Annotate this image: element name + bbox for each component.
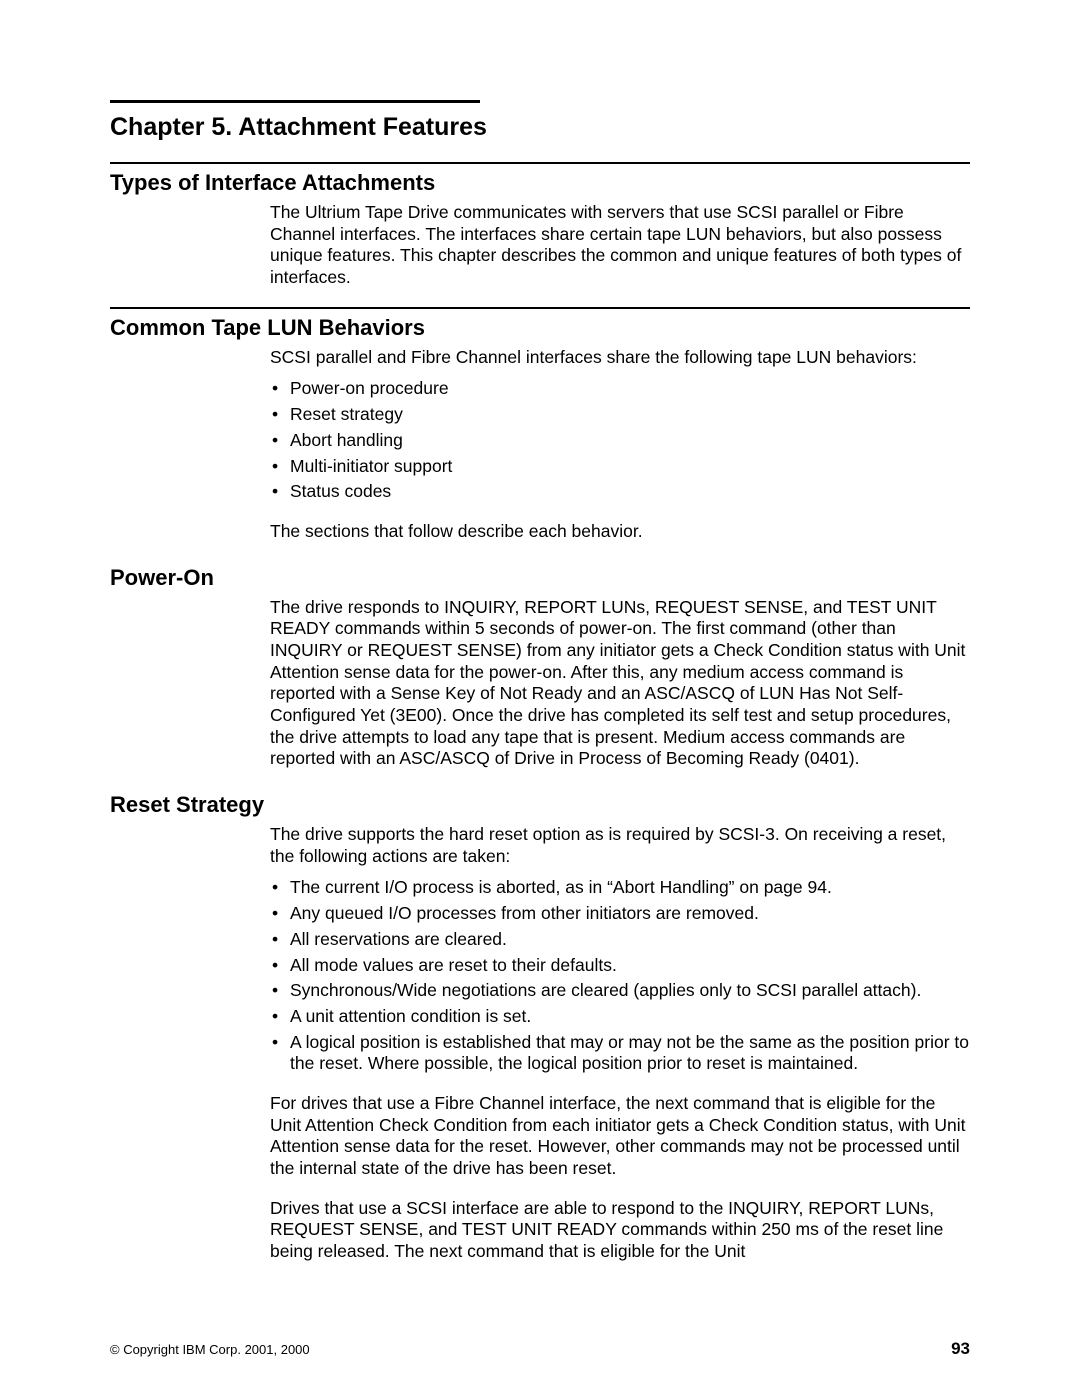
body-block: The drive supports the hard reset option… xyxy=(270,824,970,1263)
list-item: Multi-initiator support xyxy=(270,456,970,478)
footer-page-number: 93 xyxy=(951,1339,970,1359)
list-item: Any queued I/O processes from other init… xyxy=(270,903,970,925)
list-item: A unit attention condition is set. xyxy=(270,1006,970,1028)
body-block: The drive responds to INQUIRY, REPORT LU… xyxy=(270,597,970,771)
paragraph: The Ultrium Tape Drive communicates with… xyxy=(270,202,970,289)
page-footer: © Copyright IBM Corp. 2001, 2000 93 xyxy=(110,1339,970,1359)
list-item: Synchronous/Wide negotiations are cleare… xyxy=(270,980,970,1002)
list-item: All mode values are reset to their defau… xyxy=(270,955,970,977)
paragraph: The sections that follow describe each b… xyxy=(270,521,970,543)
paragraph: Drives that use a SCSI interface are abl… xyxy=(270,1198,970,1263)
page: Chapter 5. Attachment Features Types of … xyxy=(0,0,1080,1397)
bullet-list: Power-on procedure Reset strategy Abort … xyxy=(270,378,970,502)
section-rule xyxy=(110,307,970,309)
list-item: Power-on procedure xyxy=(270,378,970,400)
list-item: All reservations are cleared. xyxy=(270,929,970,951)
body-block: SCSI parallel and Fibre Channel interfac… xyxy=(270,347,970,543)
list-item: The current I/O process is aborted, as i… xyxy=(270,877,970,899)
list-item: Abort handling xyxy=(270,430,970,452)
paragraph: For drives that use a Fibre Channel inte… xyxy=(270,1093,970,1180)
chapter-title: Chapter 5. Attachment Features xyxy=(110,113,970,142)
chapter-rule xyxy=(110,100,480,103)
list-item: Status codes xyxy=(270,481,970,503)
section-wrap: Common Tape LUN Behaviors SCSI parallel … xyxy=(110,307,970,1263)
subsection-heading-reset: Reset Strategy xyxy=(110,792,970,818)
subsection-heading-poweron: Power-On xyxy=(110,565,970,591)
list-item: A logical position is established that m… xyxy=(270,1032,970,1075)
section-heading-types: Types of Interface Attachments xyxy=(110,170,970,196)
bullet-list: The current I/O process is aborted, as i… xyxy=(270,877,970,1075)
footer-copyright: © Copyright IBM Corp. 2001, 2000 xyxy=(110,1342,310,1357)
section-heading-common: Common Tape LUN Behaviors xyxy=(110,315,970,341)
paragraph: The drive responds to INQUIRY, REPORT LU… xyxy=(270,597,970,771)
body-block: The Ultrium Tape Drive communicates with… xyxy=(270,202,970,289)
list-item: Reset strategy xyxy=(270,404,970,426)
paragraph: The drive supports the hard reset option… xyxy=(270,824,970,867)
section-rule xyxy=(110,162,970,164)
paragraph: SCSI parallel and Fibre Channel interfac… xyxy=(270,347,970,369)
